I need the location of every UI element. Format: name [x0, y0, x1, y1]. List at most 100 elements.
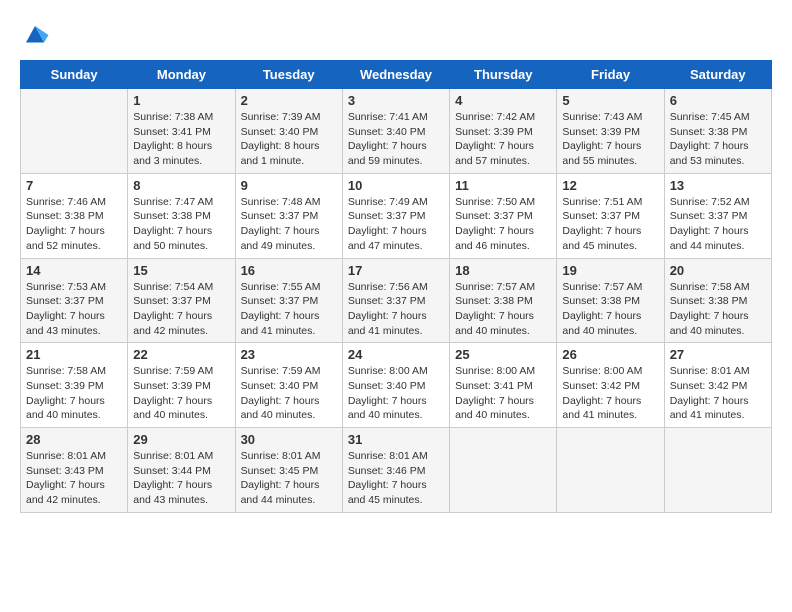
day-header-friday: Friday [557, 61, 664, 89]
calendar-cell: 4 Sunrise: 7:42 AM Sunset: 3:39 PM Daylig… [450, 89, 557, 174]
calendar-cell: 22 Sunrise: 7:59 AM Sunset: 3:39 PM Dayli… [128, 343, 235, 428]
calendar-cell: 1Sunrise: 7:38 AM Sunset: 3:41 PM Daylig… [128, 89, 235, 174]
cell-content: Sunrise: 7:56 AM Sunset: 3:37 PM Dayligh… [348, 280, 444, 339]
calendar-cell: 6 Sunrise: 7:45 AM Sunset: 3:38 PM Daylig… [664, 89, 771, 174]
day-number: 30 [241, 432, 337, 447]
cell-content: Sunrise: 7:42 AM Sunset: 3:39 PM Dayligh… [455, 110, 551, 169]
calendar-header-row: SundayMondayTuesdayWednesdayThursdayFrid… [21, 61, 772, 89]
day-number: 9 [241, 178, 337, 193]
day-number: 8 [133, 178, 229, 193]
day-number: 25 [455, 347, 551, 362]
calendar-table: SundayMondayTuesdayWednesdayThursdayFrid… [20, 60, 772, 513]
day-number: 13 [670, 178, 766, 193]
page-header [20, 20, 772, 50]
day-number: 23 [241, 347, 337, 362]
cell-content: Sunrise: 7:41 AM Sunset: 3:40 PM Dayligh… [348, 110, 444, 169]
calendar-cell: 30 Sunrise: 8:01 AM Sunset: 3:45 PM Dayli… [235, 428, 342, 513]
calendar-cell: 12Sunrise: 7:51 AM Sunset: 3:37 PM Dayli… [557, 173, 664, 258]
calendar-cell [21, 89, 128, 174]
calendar-cell: 27Sunrise: 8:01 AM Sunset: 3:42 PM Dayli… [664, 343, 771, 428]
cell-content: Sunrise: 7:54 AM Sunset: 3:37 PM Dayligh… [133, 280, 229, 339]
day-number: 21 [26, 347, 122, 362]
cell-content: Sunrise: 7:58 AM Sunset: 3:39 PM Dayligh… [26, 364, 122, 423]
calendar-cell [450, 428, 557, 513]
calendar-cell: 5 Sunrise: 7:43 AM Sunset: 3:39 PM Daylig… [557, 89, 664, 174]
day-number: 24 [348, 347, 444, 362]
cell-content: Sunrise: 8:01 AM Sunset: 3:45 PM Dayligh… [241, 449, 337, 508]
cell-content: Sunrise: 7:51 AM Sunset: 3:37 PM Dayligh… [562, 195, 658, 254]
cell-content: Sunrise: 7:50 AM Sunset: 3:37 PM Dayligh… [455, 195, 551, 254]
cell-content: Sunrise: 7:52 AM Sunset: 3:37 PM Dayligh… [670, 195, 766, 254]
calendar-cell: 9 Sunrise: 7:48 AM Sunset: 3:37 PM Daylig… [235, 173, 342, 258]
calendar-week-4: 21 Sunrise: 7:58 AM Sunset: 3:39 PM Dayli… [21, 343, 772, 428]
calendar-cell: 2 Sunrise: 7:39 AM Sunset: 3:40 PM Daylig… [235, 89, 342, 174]
logo [20, 20, 54, 50]
day-number: 6 [670, 93, 766, 108]
cell-content: Sunrise: 8:01 AM Sunset: 3:46 PM Dayligh… [348, 449, 444, 508]
calendar-week-2: 7 Sunrise: 7:46 AM Sunset: 3:38 PM Daylig… [21, 173, 772, 258]
cell-content: Sunrise: 7:46 AM Sunset: 3:38 PM Dayligh… [26, 195, 122, 254]
day-number: 18 [455, 263, 551, 278]
day-header-monday: Monday [128, 61, 235, 89]
calendar-cell: 17 Sunrise: 7:56 AM Sunset: 3:37 PM Dayli… [342, 258, 449, 343]
cell-content: Sunrise: 7:47 AM Sunset: 3:38 PM Dayligh… [133, 195, 229, 254]
cell-content: Sunrise: 7:53 AM Sunset: 3:37 PM Dayligh… [26, 280, 122, 339]
calendar-cell: 19 Sunrise: 7:57 AM Sunset: 3:38 PM Dayli… [557, 258, 664, 343]
day-number: 3 [348, 93, 444, 108]
calendar-cell: 10 Sunrise: 7:49 AM Sunset: 3:37 PM Dayli… [342, 173, 449, 258]
logo-icon [20, 20, 50, 50]
calendar-cell: 25Sunrise: 8:00 AM Sunset: 3:41 PM Dayli… [450, 343, 557, 428]
day-number: 10 [348, 178, 444, 193]
day-number: 2 [241, 93, 337, 108]
day-number: 7 [26, 178, 122, 193]
calendar-cell: 24 Sunrise: 8:00 AM Sunset: 3:40 PM Dayli… [342, 343, 449, 428]
calendar-cell: 29 Sunrise: 8:01 AM Sunset: 3:44 PM Dayli… [128, 428, 235, 513]
calendar-cell: 28Sunrise: 8:01 AM Sunset: 3:43 PM Dayli… [21, 428, 128, 513]
cell-content: Sunrise: 7:59 AM Sunset: 3:39 PM Dayligh… [133, 364, 229, 423]
cell-content: Sunrise: 7:43 AM Sunset: 3:39 PM Dayligh… [562, 110, 658, 169]
calendar-cell: 23 Sunrise: 7:59 AM Sunset: 3:40 PM Dayli… [235, 343, 342, 428]
day-number: 28 [26, 432, 122, 447]
cell-content: Sunrise: 7:57 AM Sunset: 3:38 PM Dayligh… [562, 280, 658, 339]
cell-content: Sunrise: 8:01 AM Sunset: 3:44 PM Dayligh… [133, 449, 229, 508]
day-number: 20 [670, 263, 766, 278]
cell-content: Sunrise: 7:59 AM Sunset: 3:40 PM Dayligh… [241, 364, 337, 423]
day-number: 19 [562, 263, 658, 278]
calendar-cell: 18Sunrise: 7:57 AM Sunset: 3:38 PM Dayli… [450, 258, 557, 343]
day-number: 26 [562, 347, 658, 362]
cell-content: Sunrise: 7:49 AM Sunset: 3:37 PM Dayligh… [348, 195, 444, 254]
calendar-cell: 8 Sunrise: 7:47 AM Sunset: 3:38 PM Daylig… [128, 173, 235, 258]
cell-content: Sunrise: 7:39 AM Sunset: 3:40 PM Dayligh… [241, 110, 337, 169]
day-header-wednesday: Wednesday [342, 61, 449, 89]
calendar-cell: 11Sunrise: 7:50 AM Sunset: 3:37 PM Dayli… [450, 173, 557, 258]
cell-content: Sunrise: 7:48 AM Sunset: 3:37 PM Dayligh… [241, 195, 337, 254]
calendar-cell [557, 428, 664, 513]
day-number: 17 [348, 263, 444, 278]
calendar-cell: 26Sunrise: 8:00 AM Sunset: 3:42 PM Dayli… [557, 343, 664, 428]
day-number: 5 [562, 93, 658, 108]
calendar-cell: 20 Sunrise: 7:58 AM Sunset: 3:38 PM Dayli… [664, 258, 771, 343]
calendar-week-1: 1Sunrise: 7:38 AM Sunset: 3:41 PM Daylig… [21, 89, 772, 174]
calendar-week-3: 14 Sunrise: 7:53 AM Sunset: 3:37 PM Dayli… [21, 258, 772, 343]
calendar-cell: 7 Sunrise: 7:46 AM Sunset: 3:38 PM Daylig… [21, 173, 128, 258]
day-header-tuesday: Tuesday [235, 61, 342, 89]
day-number: 27 [670, 347, 766, 362]
cell-content: Sunrise: 7:58 AM Sunset: 3:38 PM Dayligh… [670, 280, 766, 339]
calendar-cell: 14 Sunrise: 7:53 AM Sunset: 3:37 PM Dayli… [21, 258, 128, 343]
cell-content: Sunrise: 7:45 AM Sunset: 3:38 PM Dayligh… [670, 110, 766, 169]
day-number: 4 [455, 93, 551, 108]
day-header-sunday: Sunday [21, 61, 128, 89]
cell-content: Sunrise: 8:00 AM Sunset: 3:40 PM Dayligh… [348, 364, 444, 423]
day-number: 22 [133, 347, 229, 362]
calendar-cell [664, 428, 771, 513]
day-number: 15 [133, 263, 229, 278]
cell-content: Sunrise: 7:55 AM Sunset: 3:37 PM Dayligh… [241, 280, 337, 339]
calendar-cell: 13 Sunrise: 7:52 AM Sunset: 3:37 PM Dayli… [664, 173, 771, 258]
day-number: 14 [26, 263, 122, 278]
day-number: 29 [133, 432, 229, 447]
day-header-thursday: Thursday [450, 61, 557, 89]
calendar-body: 1Sunrise: 7:38 AM Sunset: 3:41 PM Daylig… [21, 89, 772, 513]
calendar-cell: 15 Sunrise: 7:54 AM Sunset: 3:37 PM Dayli… [128, 258, 235, 343]
day-number: 1 [133, 93, 229, 108]
calendar-cell: 21 Sunrise: 7:58 AM Sunset: 3:39 PM Dayli… [21, 343, 128, 428]
